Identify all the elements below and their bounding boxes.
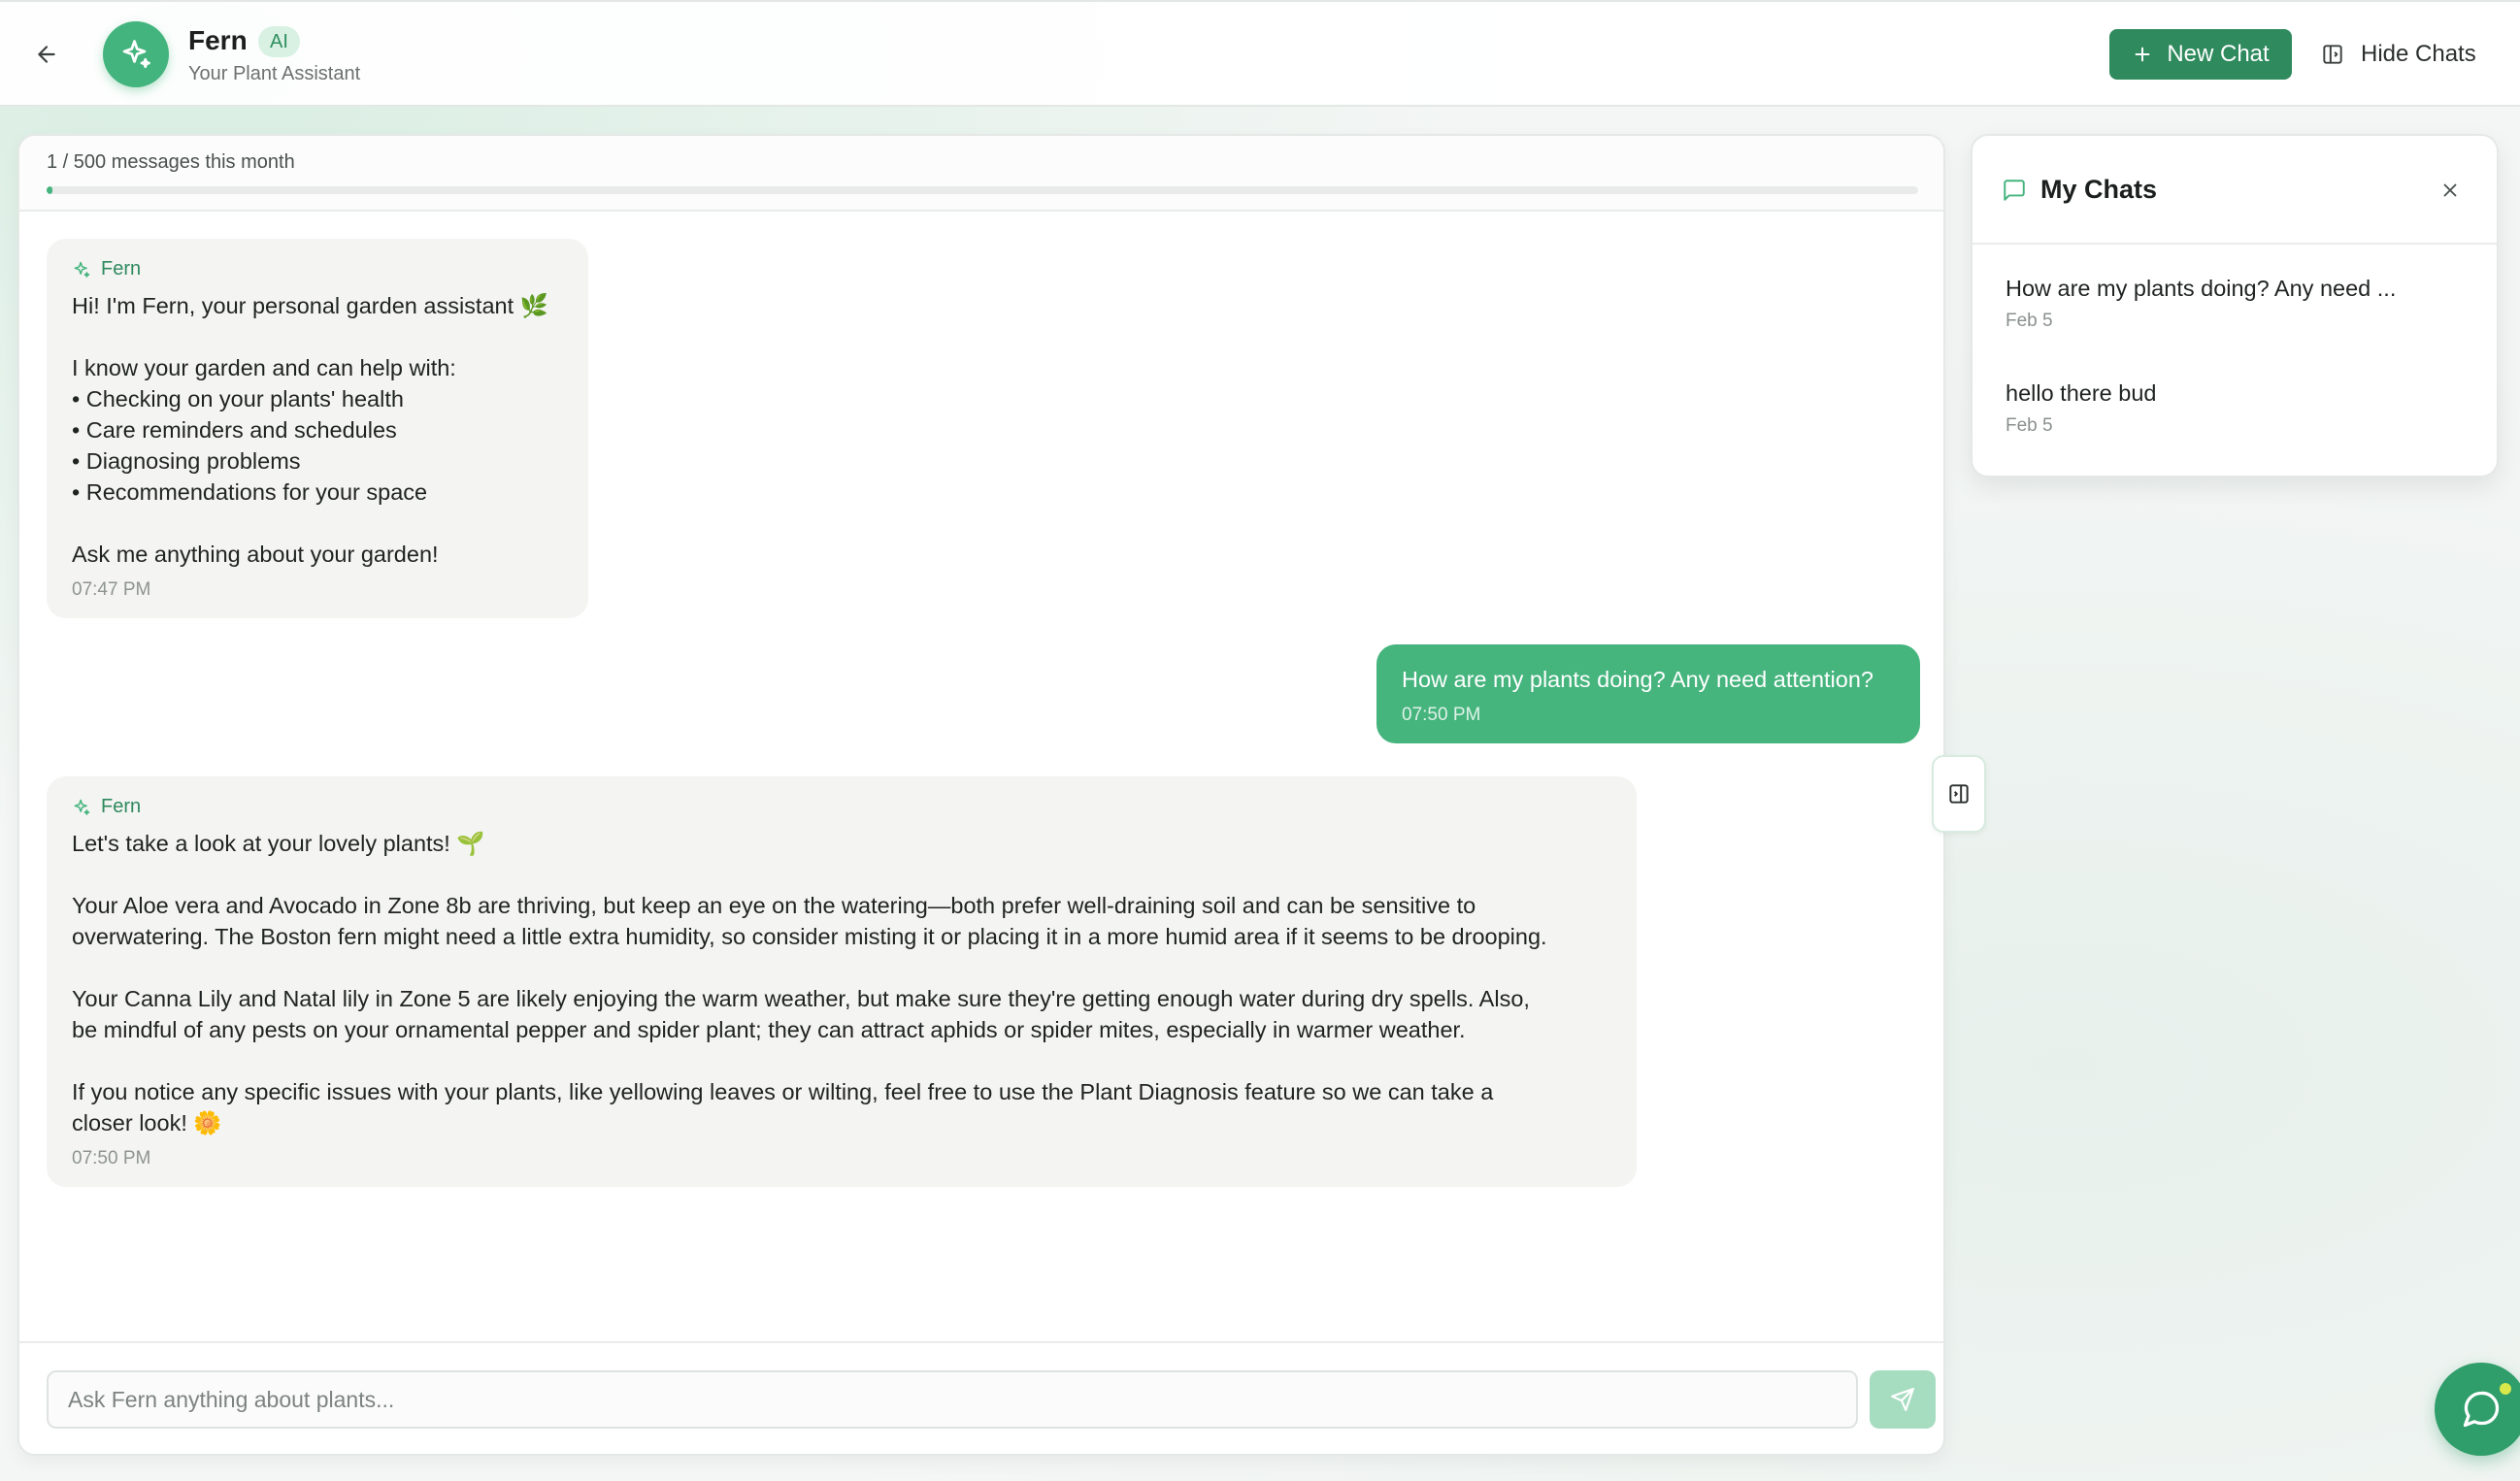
assistant-message: Fern Hi! I'm Fern, your personal garden …: [47, 239, 588, 618]
chat-list-item[interactable]: How are my plants doing? Any need ... Fe…: [1973, 245, 2497, 349]
user-message: How are my plants doing? Any need attent…: [1376, 644, 1920, 743]
sparkles-icon: [74, 261, 90, 278]
chat-title: hello there bud: [2006, 380, 2157, 406]
usage-text: 1 / 500 messages this month: [47, 151, 295, 173]
back-button[interactable]: [27, 35, 66, 74]
ai-badge: AI: [258, 26, 300, 57]
message-square-icon: [2004, 179, 2025, 201]
chat-date: Feb 5: [2006, 415, 2053, 436]
sidebar-toggle-handle[interactable]: [1932, 755, 1986, 833]
panel-icon: [1949, 784, 1969, 804]
message-input[interactable]: [47, 1370, 1858, 1429]
sender-name: Fern: [101, 258, 142, 280]
hide-chats-button[interactable]: Hide Chats: [2320, 29, 2495, 80]
hide-chats-label: Hide Chats: [2361, 41, 2476, 67]
composer: [19, 1341, 1943, 1454]
sidebar-close-button[interactable]: [2435, 175, 2466, 206]
chat-list-item[interactable]: hello there bud Feb 5: [1973, 349, 2497, 454]
usage-progress-fill: [47, 186, 52, 194]
send-icon: [1891, 1388, 1914, 1411]
message-text: Let's take a look at your lovely plants!…: [72, 831, 1547, 1135]
chat-fab-button[interactable]: [2435, 1363, 2520, 1456]
app-header: Fern AI Your Plant Assistant New Chat Hi…: [0, 0, 2520, 107]
message-sender: Fern: [72, 796, 1611, 818]
message-text: How are my plants doing? Any need attent…: [1402, 667, 1873, 692]
message-time: 07:50 PM: [72, 1148, 151, 1168]
sidebar-title: My Chats: [2002, 175, 2157, 205]
sidebar-title-text: My Chats: [2040, 175, 2158, 204]
sender-name: Fern: [101, 796, 142, 817]
close-icon: [2443, 183, 2457, 197]
sparkles-icon: [122, 40, 150, 69]
chat-title: How are my plants doing? Any need ...: [2006, 276, 2397, 301]
sparkles-icon: [74, 799, 90, 815]
new-chat-label: New Chat: [2167, 41, 2270, 67]
new-chat-button[interactable]: New Chat: [2109, 29, 2292, 80]
usage-progress-track: [47, 186, 1918, 194]
panel-icon: [2323, 45, 2342, 64]
message-time: 07:50 PM: [1402, 705, 1481, 725]
assistant-name: Fern: [188, 25, 248, 55]
message-text: Hi! I'm Fern, your personal garden assis…: [72, 293, 548, 567]
chat-date: Feb 5: [2006, 311, 2053, 331]
notification-dot: [2497, 1380, 2514, 1398]
message-sender: Fern: [72, 258, 563, 280]
plus-icon: [2135, 47, 2150, 62]
arrow-left-icon: [38, 46, 55, 63]
message-time: 07:47 PM: [72, 579, 151, 600]
chat-bubble-icon: [2463, 1391, 2500, 1428]
assistant-avatar: [103, 21, 169, 87]
assistant-subtitle: Your Plant Assistant: [188, 63, 361, 84]
assistant-message: Fern Let's take a look at your lovely pl…: [47, 776, 1637, 1187]
chat-panel: 1 / 500 messages this month Fern Hi! I'm…: [17, 134, 1945, 1456]
chats-sidebar: My Chats How are my plants doing? Any ne…: [1971, 134, 2499, 477]
sidebar-header: My Chats: [1973, 136, 2497, 245]
send-button[interactable]: [1870, 1370, 1936, 1429]
usage-meter: 1 / 500 messages this month: [19, 136, 1943, 212]
